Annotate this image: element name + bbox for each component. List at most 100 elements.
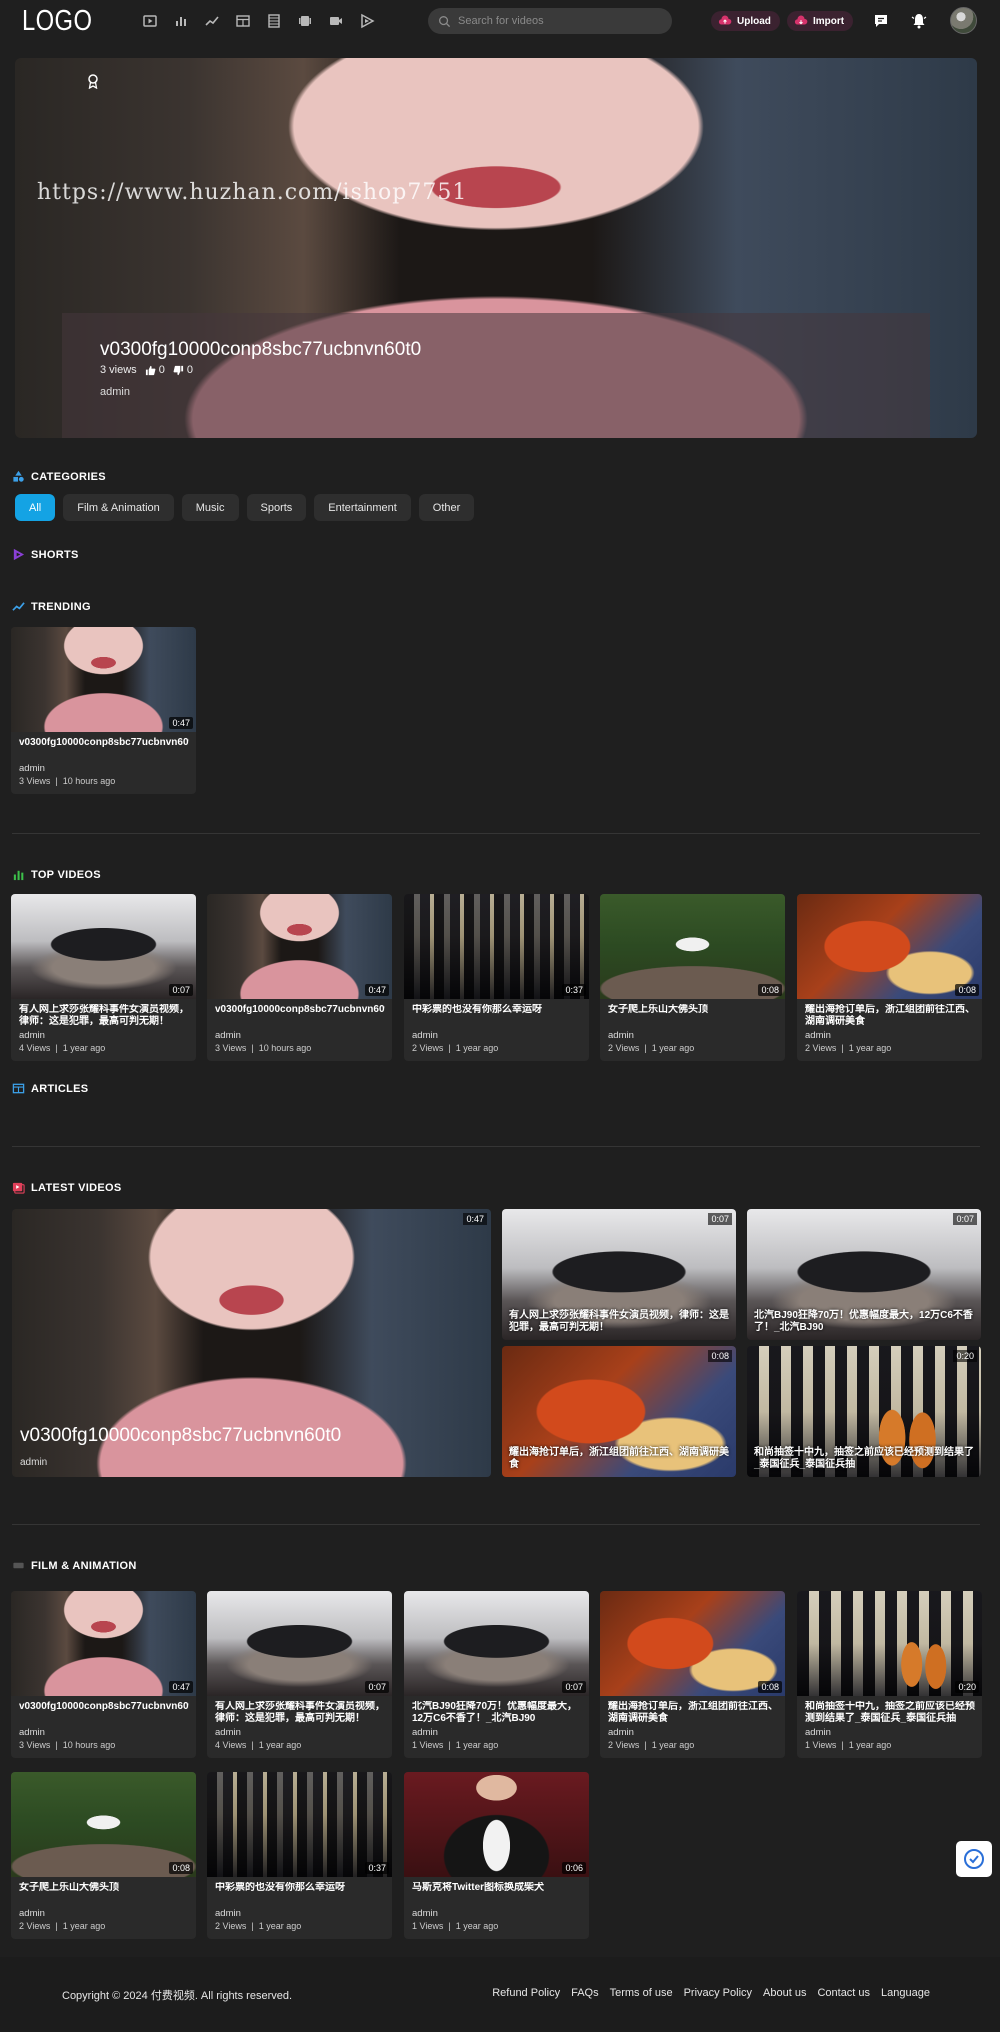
video-author[interactable]: admin — [19, 1727, 45, 1738]
category-music[interactable]: Music — [181, 494, 239, 521]
latest-video-tile[interactable]: 0:07 北汽BJ90狂降70万！优惠幅度最大，12万C6不香了！_北汽BJ90 — [747, 1209, 981, 1340]
video-title[interactable]: 和尚抽签十中九，抽签之前应该已经预测到结果了_泰国征兵_泰国征兵抽 — [754, 1447, 976, 1471]
video-card[interactable]: 0:47 v0300fg10000conp8sbc77ucbnvn60t0 ad… — [207, 894, 392, 1061]
video-author[interactable]: admin — [412, 1030, 438, 1041]
search-input[interactable] — [458, 15, 658, 27]
video-card[interactable]: 0:47 v0300fg10000conp8sbc77ucbnvn60t0 ad… — [11, 627, 196, 794]
video-card[interactable]: 0:20 和尚抽签十中九，抽签之前应该已经预测到结果了_泰国征兵_泰国征兵抽 a… — [797, 1591, 982, 1758]
video-thumbnail[interactable]: 0:07 — [11, 894, 196, 999]
article-icon[interactable] — [233, 11, 252, 30]
video-title[interactable]: 北汽BJ90狂降70万！优惠幅度最大，12万C6不香了！_北汽BJ90 — [754, 1310, 976, 1334]
footer-link-faqs[interactable]: FAQs — [571, 1987, 599, 1999]
latest-featured-video[interactable]: 0:47 v0300fg10000conp8sbc77ucbnvn60t0 ad… — [12, 1209, 491, 1477]
category-sports[interactable]: Sports — [246, 494, 307, 521]
video-card[interactable]: 0:07 北汽BJ90狂降70万！优惠幅度最大，12万C6不香了！_北汽BJ90… — [404, 1591, 589, 1758]
video-thumbnail[interactable]: 0:47 — [11, 627, 196, 732]
video-title[interactable]: 马斯克将Twitter图标换成柴犬 — [412, 1882, 582, 1894]
film-icon[interactable] — [264, 11, 283, 30]
video-author[interactable]: admin — [19, 1030, 45, 1041]
video-author[interactable]: admin — [215, 1727, 241, 1738]
footer-link-refund-policy[interactable]: Refund Policy — [492, 1987, 560, 1999]
site-logo[interactable]: LOGO — [22, 5, 92, 38]
footer-link-contact[interactable]: Contact us — [817, 1987, 870, 1999]
upload-button[interactable]: Upload — [711, 11, 780, 31]
import-button[interactable]: Import — [787, 11, 854, 31]
video-author[interactable]: admin — [608, 1727, 634, 1738]
video-thumbnail[interactable]: 0:07 — [404, 1591, 589, 1696]
video-title[interactable]: 有人网上求莎张耀科事件女演员视频，律师：这是犯罪，最高可判无期！ — [215, 1701, 385, 1725]
dislike-button[interactable]: 0 — [173, 364, 193, 376]
video-card[interactable]: 0:37 中彩票的也没有你那么幸运呀 admin 2 Views | 1 yea… — [404, 894, 589, 1061]
video-title[interactable]: v0300fg10000conp8sbc77ucbnvn60t0 — [215, 1004, 385, 1016]
video-card[interactable]: 0:07 有人网上求莎张耀科事件女演员视频，律师：这是犯罪，最高可判无期！ ad… — [11, 894, 196, 1061]
category-other[interactable]: Other — [418, 494, 475, 521]
video-thumbnail[interactable]: 0:08 — [797, 894, 982, 999]
video-title[interactable]: 有人网上求莎张耀科事件女演员视频，律师：这是犯罪，最高可判无期！ — [19, 1004, 189, 1028]
latest-video-tile[interactable]: 0:07 有人网上求莎张耀科事件女演员视频，律师：这是犯罪，最高可判无期！ — [502, 1209, 736, 1340]
footer-link-about[interactable]: About us — [763, 1987, 806, 1999]
bar-chart-icon[interactable] — [171, 11, 190, 30]
video-thumbnail[interactable]: 0:47 — [11, 1591, 196, 1696]
video-thumbnail[interactable]: 0:37 — [404, 894, 589, 999]
video-author[interactable]: admin — [608, 1030, 634, 1041]
video-title[interactable]: 中彩票的也没有你那么幸运呀 — [215, 1882, 385, 1894]
video-author[interactable]: admin — [805, 1727, 831, 1738]
shorts-icon[interactable] — [357, 11, 376, 30]
footer-link-language[interactable]: Language — [881, 1987, 930, 1999]
video-card[interactable]: 0:08 耀出海抢订单后，浙江组团前往江西、湖南调研美食 admin 2 Vie… — [797, 894, 982, 1061]
video-card[interactable]: 0:08 女子爬上乐山大佛头顶 admin 2 Views | 1 year a… — [11, 1772, 196, 1939]
video-thumbnail[interactable]: 0:07 — [207, 1591, 392, 1696]
video-thumbnail[interactable]: 0:08 — [600, 894, 785, 999]
video-card[interactable]: 0:08 耀出海抢订单后，浙江组团前往江西、湖南调研美食 admin 2 Vie… — [600, 1591, 785, 1758]
video-author[interactable]: admin — [412, 1727, 438, 1738]
video-title[interactable]: 女子爬上乐山大佛头顶 — [19, 1882, 189, 1894]
video-thumbnail[interactable]: 0:06 — [404, 1772, 589, 1877]
hero-author[interactable]: admin — [100, 386, 130, 398]
album-icon[interactable] — [295, 11, 314, 30]
video-author[interactable]: admin — [805, 1030, 831, 1041]
video-title[interactable]: v0300fg10000conp8sbc77ucbnvn60t0 — [20, 1425, 341, 1447]
user-avatar[interactable] — [950, 7, 977, 34]
video-card[interactable]: 0:37 中彩票的也没有你那么幸运呀 admin 2 Views | 1 yea… — [207, 1772, 392, 1939]
video-card[interactable]: 0:07 有人网上求莎张耀科事件女演员视频，律师：这是犯罪，最高可判无期！ ad… — [207, 1591, 392, 1758]
video-title[interactable]: 耀出海抢订单后，浙江组团前往江西、湖南调研美食 — [608, 1701, 778, 1725]
latest-video-tile[interactable]: 0:20 和尚抽签十中九，抽签之前应该已经预测到结果了_泰国征兵_泰国征兵抽 — [747, 1346, 981, 1477]
video-thumbnail[interactable]: 0:20 — [797, 1591, 982, 1696]
video-thumbnail[interactable]: 0:08 — [600, 1591, 785, 1696]
video-title[interactable]: 耀出海抢订单后，浙江组团前往江西、湖南调研美食 — [805, 1004, 975, 1028]
video-author[interactable]: admin — [412, 1908, 438, 1919]
video-title[interactable]: 和尚抽签十中九，抽签之前应该已经预测到结果了_泰国征兵_泰国征兵抽 — [805, 1701, 975, 1725]
video-title[interactable]: v0300fg10000conp8sbc77ucbnvn60t0 — [19, 1701, 189, 1713]
search-bar[interactable] — [428, 8, 672, 34]
video-author[interactable]: admin — [215, 1030, 241, 1041]
floating-chat-button[interactable] — [956, 1841, 992, 1877]
camera-icon[interactable] — [326, 11, 345, 30]
category-entertainment[interactable]: Entertainment — [314, 494, 411, 521]
video-title[interactable]: 耀出海抢订单后，浙江组团前往江西、湖南调研美食 — [509, 1447, 731, 1471]
video-title[interactable]: 中彩票的也没有你那么幸运呀 — [412, 1004, 582, 1016]
video-author[interactable]: admin — [19, 1908, 45, 1919]
footer-link-privacy[interactable]: Privacy Policy — [684, 1987, 752, 1999]
category-all[interactable]: All — [15, 494, 56, 521]
video-title[interactable]: 北汽BJ90狂降70万！优惠幅度最大，12万C6不香了！_北汽BJ90 — [412, 1701, 582, 1725]
bell-icon[interactable] — [910, 12, 928, 30]
video-icon[interactable] — [140, 11, 159, 30]
video-card[interactable]: 0:47 v0300fg10000conp8sbc77ucbnvn60t0 ad… — [11, 1591, 196, 1758]
video-author[interactable]: admin — [215, 1908, 241, 1919]
video-title[interactable]: v0300fg10000conp8sbc77ucbnvn60t0 — [19, 737, 189, 749]
latest-video-tile[interactable]: 0:08 耀出海抢订单后，浙江组团前往江西、湖南调研美食 — [502, 1346, 736, 1477]
video-thumbnail[interactable]: 0:37 — [207, 1772, 392, 1877]
video-author[interactable]: admin — [19, 763, 45, 774]
category-film-animation[interactable]: Film & Animation — [63, 494, 174, 521]
message-icon[interactable] — [872, 12, 890, 30]
video-card[interactable]: 0:06 马斯克将Twitter图标换成柴犬 admin 1 Views | 1… — [404, 1772, 589, 1939]
like-button[interactable]: 0 — [145, 364, 165, 376]
trending-icon[interactable] — [202, 11, 221, 30]
footer-link-terms[interactable]: Terms of use — [610, 1987, 673, 1999]
video-title[interactable]: 女子爬上乐山大佛头顶 — [608, 1004, 778, 1016]
video-thumbnail[interactable]: 0:47 — [207, 894, 392, 999]
video-title[interactable]: 有人网上求莎张耀科事件女演员视频，律师：这是犯罪，最高可判无期！ — [509, 1310, 731, 1334]
video-thumbnail[interactable]: 0:08 — [11, 1772, 196, 1877]
video-author[interactable]: admin — [20, 1457, 47, 1468]
video-card[interactable]: 0:08 女子爬上乐山大佛头顶 admin 2 Views | 1 year a… — [600, 894, 785, 1061]
